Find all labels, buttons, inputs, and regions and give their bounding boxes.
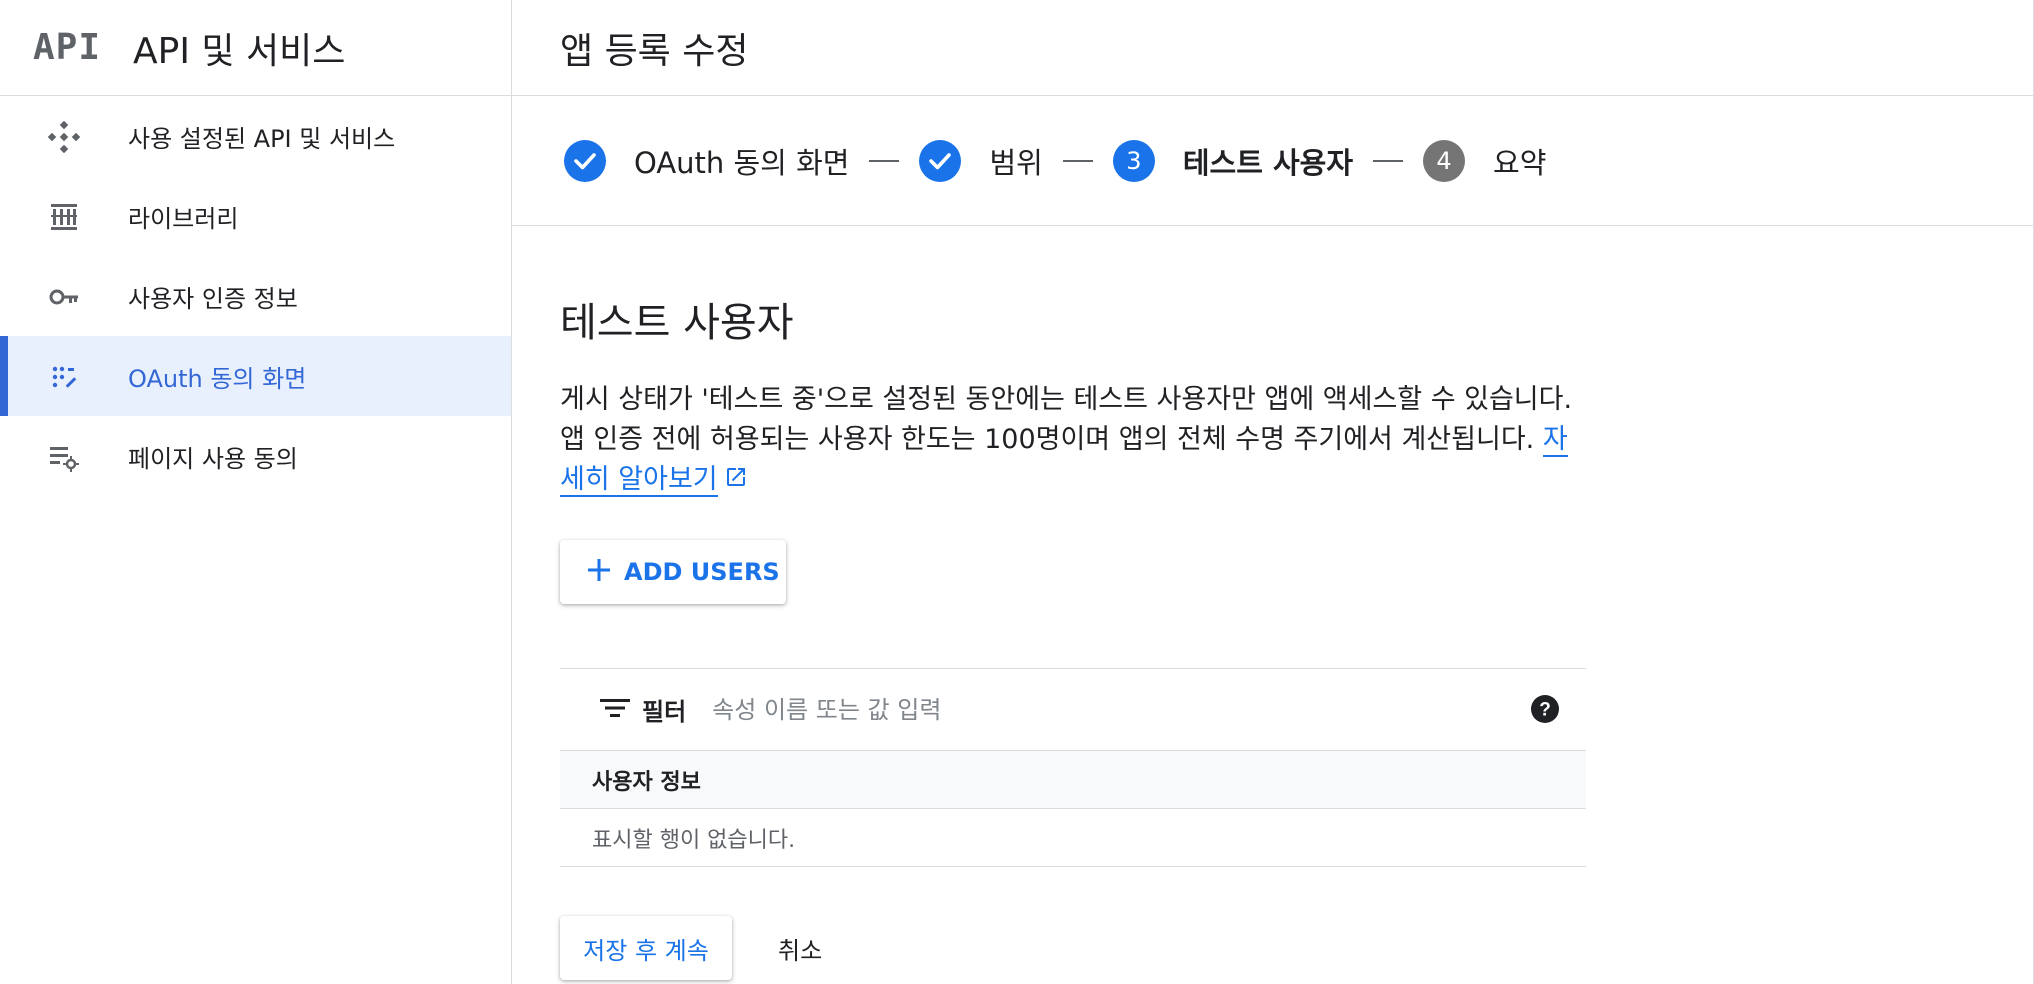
sidebar-item-label: 페이지 사용 동의 [128,444,298,473]
test-users-section: 테스트 사용자 게시 상태가 '테스트 중'으로 설정된 동안에는 테스트 사용… [560,290,1586,980]
sidebar-item-library[interactable]: 라이브러리 [0,176,511,256]
check-icon [564,139,606,182]
page-title: 앱 등록 수정 [560,30,749,72]
brand-title: API 및 서비스 [133,30,346,72]
step-label: 테스트 사용자 [1182,145,1354,180]
diamond-grid-icon [48,121,80,153]
sidebar-item-label: OAuth 동의 화면 [128,364,307,393]
step-label: 요약 [1493,145,1547,180]
stepper: OAuth 동의 화면 범위 3 테스트 사용자 4 요약 [512,96,2033,226]
table-empty-row: 표시할 행이 없습니다. [560,809,1586,867]
add-users-label: ADD USERS [624,558,780,586]
step-test-users[interactable]: 3 테스트 사용자 [1112,139,1354,182]
step-separator [1062,159,1093,162]
save-and-continue-button[interactable]: 저장 후 계속 [560,916,732,980]
sidebar: API API 및 서비스 사용 설정된 API 및 서비스 라이브러리 사용자… [0,0,512,984]
step-scopes[interactable]: 범위 [919,139,1043,182]
step-separator [1373,159,1404,162]
sidebar-item-label: 라이브러리 [128,204,239,233]
step-number-badge: 4 [1423,139,1466,182]
help-icon[interactable]: ? [1530,694,1560,728]
library-icon [48,201,80,233]
page-settings-icon [48,441,80,473]
filter-icon [600,696,630,724]
sidebar-item-credentials[interactable]: 사용자 인증 정보 [0,256,511,336]
sidebar-item-label: 사용 설정된 API 및 서비스 [128,124,396,153]
empty-message: 표시할 행이 없습니다. [592,827,796,853]
oauth-consent-icon [48,361,80,393]
sidebar-item-label: 사용자 인증 정보 [128,284,298,313]
sidebar-nav: 사용 설정된 API 및 서비스 라이브러리 사용자 인증 정보 OAuth 동… [0,96,511,496]
step-number-badge: 3 [1112,139,1155,182]
main-panel: 앱 등록 수정 OAuth 동의 화면 범위 3 테스트 사용자 4 요약 테스… [512,0,2034,984]
filter-input[interactable] [712,695,1413,724]
test-users-table: 필터 ? 사용자 정보 표시할 행이 없습니다. [560,668,1586,867]
sidebar-item-oauth-consent[interactable]: OAuth 동의 화면 [0,336,511,416]
key-icon [48,281,80,313]
step-summary[interactable]: 4 요약 [1423,139,1547,182]
step-label: 범위 [989,145,1043,180]
add-users-button[interactable]: ADD USERS [560,540,786,604]
brand-header: API API 및 서비스 [0,0,511,96]
step-oauth-consent[interactable]: OAuth 동의 화면 [564,139,850,182]
filter-label: 필터 [642,698,687,726]
check-icon [919,139,962,182]
api-logo: API [33,27,102,68]
section-description: 게시 상태가 '테스트 중'으로 설정된 동안에는 테스트 사용자만 앱에 액세… [560,380,1580,501]
step-label: OAuth 동의 화면 [634,145,850,180]
plus-icon [586,557,612,587]
cancel-button[interactable]: 취소 [766,921,834,976]
form-actions: 저장 후 계속 취소 [560,916,834,980]
filter-bar: 필터 ? [560,669,1586,751]
table-header-row: 사용자 정보 [560,751,1586,809]
step-separator [869,159,900,162]
description-text: 게시 상태가 '테스트 중'으로 설정된 동안에는 테스트 사용자만 앱에 액세… [560,384,1573,455]
page-header: 앱 등록 수정 [512,0,2033,96]
svg-text:?: ? [1539,700,1551,721]
section-title: 테스트 사용자 [560,300,794,346]
external-link-icon [724,461,748,501]
sidebar-item-enabled-apis[interactable]: 사용 설정된 API 및 서비스 [0,96,511,176]
sidebar-item-page-usage[interactable]: 페이지 사용 동의 [0,416,511,496]
column-header-user-info[interactable]: 사용자 정보 [592,764,701,796]
